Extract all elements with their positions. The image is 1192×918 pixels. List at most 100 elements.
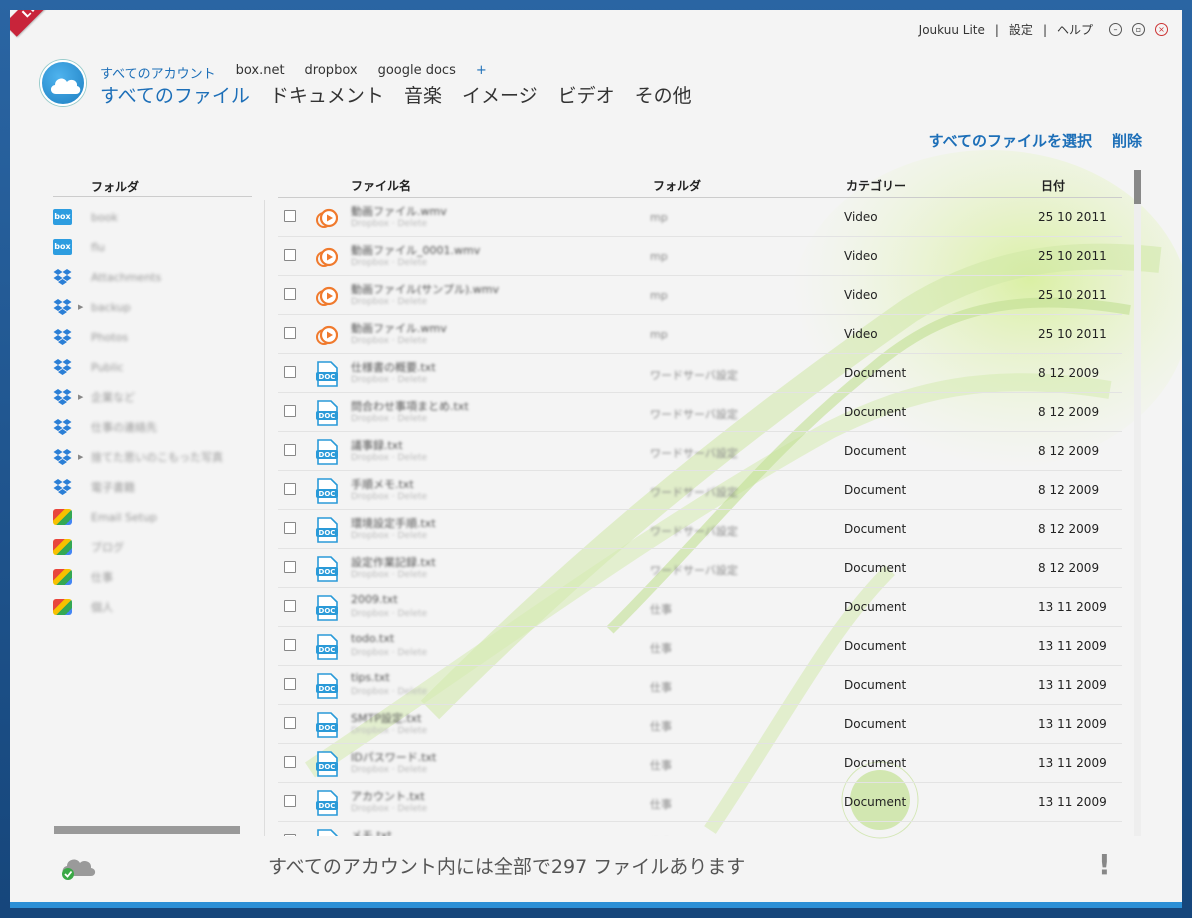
table-row[interactable]: 動画ファイル.wmv Dropbox · Delete mp Video 25 10 2…	[278, 315, 1122, 354]
column-header-folder[interactable]: フォルダ	[653, 177, 701, 194]
file-actions[interactable]: Dropbox · Delete	[351, 258, 427, 268]
file-actions[interactable]: Dropbox · Delete	[351, 453, 427, 463]
file-name[interactable]: 設定作業記録.txt	[351, 554, 436, 570]
expand-arrow-icon[interactable]: ▶	[78, 303, 83, 311]
file-name[interactable]: 仕様書の概要.txt	[351, 359, 436, 375]
table-row[interactable]: DOCメモ.txtDropbox · Delete仕事Document13 11…	[278, 822, 1122, 836]
file-name[interactable]: 問合わせ事項まとめ.txt	[351, 398, 469, 414]
close-icon[interactable]: ×	[1155, 23, 1168, 36]
table-row[interactable]: 動画ファイル_0001.wmv Dropbox · Delete mp Video 25…	[278, 237, 1122, 276]
file-actions[interactable]: Dropbox · Delete	[351, 336, 427, 346]
file-actions[interactable]: Dropbox · Delete	[351, 492, 427, 502]
table-row[interactable]: DOC 環境設定手順.txt Dropbox · Delete ワードサーバ設定 Doc…	[278, 510, 1122, 549]
file-list-scrollbar[interactable]	[1134, 170, 1141, 836]
expand-arrow-icon[interactable]: ▶	[78, 393, 83, 401]
sidebar-folder-item[interactable]: Photos	[53, 322, 252, 352]
file-actions[interactable]: Dropbox · Delete	[351, 648, 427, 658]
file-actions[interactable]: Dropbox · Delete	[351, 375, 427, 385]
account-tab-boxnet[interactable]: box.net	[236, 63, 285, 82]
column-header-category[interactable]: カテゴリー	[846, 177, 906, 194]
file-name[interactable]: 動画ファイル.wmv	[351, 203, 447, 219]
tab-all-files[interactable]: すべてのファイル	[100, 81, 250, 108]
tab-other[interactable]: その他	[635, 81, 692, 108]
sidebar-folder-item[interactable]: 電子書籍	[53, 472, 252, 502]
table-row[interactable]: DOC 設定作業記録.txt Dropbox · Delete ワードサーバ設定 Doc…	[278, 549, 1122, 588]
account-tab-google-docs[interactable]: google docs	[378, 63, 456, 82]
table-row[interactable]: DOC IDパスワード.txt Dropbox · Delete 仕事 Document…	[278, 744, 1122, 783]
file-name[interactable]: tips.txt	[351, 671, 390, 684]
row-checkbox[interactable]	[284, 444, 296, 456]
file-name[interactable]: 動画ファイル(サンプル).wmv	[351, 281, 499, 297]
file-name[interactable]: 手順メモ.txt	[351, 476, 414, 492]
sidebar-folder-item[interactable]: Attachments	[53, 262, 252, 292]
file-actions[interactable]: Dropbox · Delete	[351, 297, 427, 307]
row-checkbox[interactable]	[284, 405, 296, 417]
row-checkbox[interactable]	[284, 366, 296, 378]
table-row[interactable]: DOC SMTP設定.txt Dropbox · Delete 仕事 Document 1…	[278, 705, 1122, 744]
row-checkbox[interactable]	[284, 249, 296, 261]
row-checkbox[interactable]	[284, 795, 296, 807]
column-header-filename[interactable]: ファイル名	[351, 177, 411, 194]
maximize-icon[interactable]: ▫	[1132, 23, 1145, 36]
file-actions[interactable]: Dropbox · Delete	[351, 726, 427, 736]
select-all-button[interactable]: すべてのファイルを選択	[929, 130, 1092, 151]
tab-music[interactable]: 音楽	[404, 81, 442, 108]
file-name[interactable]: 2009.txt	[351, 593, 398, 606]
row-checkbox[interactable]	[284, 600, 296, 612]
table-row[interactable]: DOC 議事録.txt Dropbox · Delete ワードサーバ設定 Docume…	[278, 432, 1122, 471]
sidebar-folder-item[interactable]: 仕事	[53, 562, 252, 592]
table-row[interactable]: DOC tips.txt Dropbox · Delete 仕事 Document 13 …	[278, 666, 1122, 705]
file-actions[interactable]: Dropbox · Delete	[351, 609, 427, 619]
tab-video[interactable]: ビデオ	[558, 81, 615, 108]
row-checkbox[interactable]	[284, 288, 296, 300]
file-actions[interactable]: Dropbox · Delete	[351, 687, 427, 697]
sidebar-folder-item[interactable]: box book	[53, 202, 252, 232]
table-row[interactable]: DOC 手順メモ.txt Dropbox · Delete ワードサーバ設定 Docum…	[278, 471, 1122, 510]
sidebar-folder-item[interactable]: ▶ backup	[53, 292, 252, 322]
file-name[interactable]: 動画ファイル_0001.wmv	[351, 242, 480, 258]
file-name[interactable]: メモ.txt	[351, 827, 392, 836]
sidebar-folder-item[interactable]: ▶ 捨てた思いのこもった写真	[53, 442, 252, 472]
table-row[interactable]: DOC 2009.txt Dropbox · Delete 仕事 Document 13 …	[278, 588, 1122, 627]
row-checkbox[interactable]	[284, 522, 296, 534]
minimize-icon[interactable]: –	[1109, 23, 1122, 36]
settings-link[interactable]: 設定	[1009, 21, 1033, 38]
row-checkbox[interactable]	[284, 756, 296, 768]
row-checkbox[interactable]	[284, 834, 296, 836]
file-name[interactable]: IDパスワード.txt	[351, 749, 436, 765]
sidebar-folder-item[interactable]: ブログ	[53, 532, 252, 562]
row-checkbox[interactable]	[284, 639, 296, 651]
file-actions[interactable]: Dropbox · Delete	[351, 219, 427, 229]
alert-icon[interactable]: !	[1098, 848, 1111, 881]
row-checkbox[interactable]	[284, 210, 296, 222]
tab-documents[interactable]: ドキュメント	[270, 81, 384, 108]
sidebar-folder-item[interactable]: Email Setup	[53, 502, 252, 532]
table-row[interactable]: DOC todo.txt Dropbox · Delete 仕事 Document 13 …	[278, 627, 1122, 666]
file-name[interactable]: 議事録.txt	[351, 437, 403, 453]
file-actions[interactable]: Dropbox · Delete	[351, 804, 427, 814]
app-name-link[interactable]: Joukuu Lite	[919, 23, 985, 37]
file-actions[interactable]: Dropbox · Delete	[351, 414, 427, 424]
help-link[interactable]: ヘルプ	[1057, 21, 1093, 38]
file-name[interactable]: 環境設定手順.txt	[351, 515, 436, 531]
column-header-date[interactable]: 日付	[1041, 177, 1065, 194]
tab-images[interactable]: イメージ	[462, 81, 538, 108]
expand-arrow-icon[interactable]: ▶	[78, 453, 83, 461]
file-actions[interactable]: Dropbox · Delete	[351, 531, 427, 541]
sidebar-folder-item[interactable]: Public	[53, 352, 252, 382]
table-row[interactable]: DOC 仕様書の概要.txt Dropbox · Delete ワードサーバ設定 Doc…	[278, 354, 1122, 393]
file-actions[interactable]: Dropbox · Delete	[351, 570, 427, 580]
row-checkbox[interactable]	[284, 678, 296, 690]
add-account-button[interactable]: +	[476, 63, 487, 82]
sidebar-folder-item[interactable]: 個人	[53, 592, 252, 622]
account-tab-all[interactable]: すべてのアカウント	[100, 63, 216, 82]
row-checkbox[interactable]	[284, 717, 296, 729]
sidebar-scrollbar[interactable]	[54, 826, 240, 834]
file-actions[interactable]: Dropbox · Delete	[351, 765, 427, 775]
table-row[interactable]: 動画ファイル.wmv Dropbox · Delete mp Video 25 10 2…	[278, 198, 1122, 237]
sidebar-folder-item[interactable]: 仕事の連絡先	[53, 412, 252, 442]
scrollbar-thumb[interactable]	[1134, 170, 1141, 204]
table-row[interactable]: 動画ファイル(サンプル).wmv Dropbox · Delete mp Video 2…	[278, 276, 1122, 315]
row-checkbox[interactable]	[284, 561, 296, 573]
sidebar-folder-item[interactable]: box flu	[53, 232, 252, 262]
